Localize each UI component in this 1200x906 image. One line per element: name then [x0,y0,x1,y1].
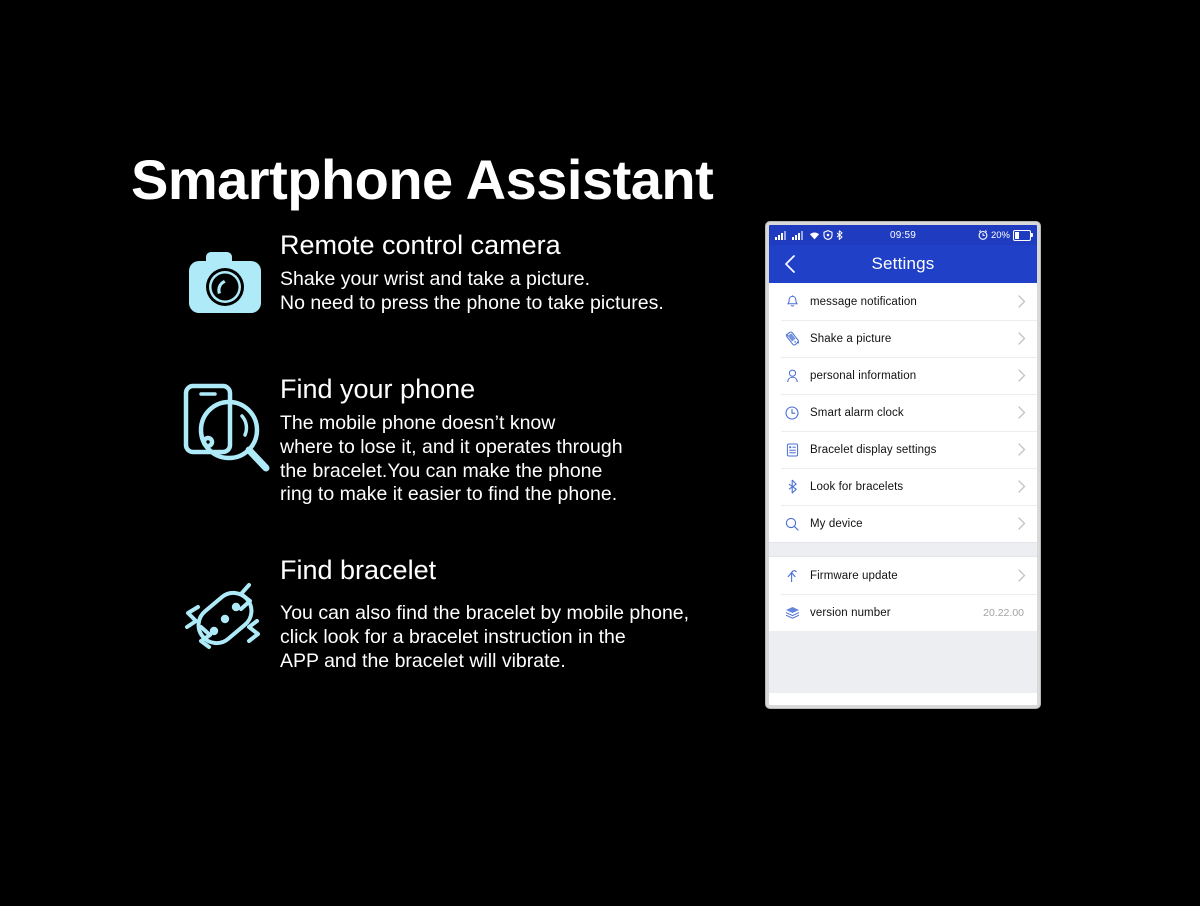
clock-icon [781,405,803,420]
feature-text: Find your phone The mobile phone doesn’t… [280,372,750,507]
settings-navigation-bar: Settings [769,245,1037,283]
phone-home-bar [769,693,1037,705]
settings-row-label: Firmware update [810,569,898,582]
settings-row-my-device[interactable]: My device [769,505,1037,542]
chevron-right-icon [1018,480,1026,493]
feature-description: You can also find the bracelet by mobile… [280,602,690,672]
settings-row-shake-a-picture[interactable]: Shake a picture [769,320,1037,357]
phone-screen: 09:59 20% Settings message notification … [769,225,1037,705]
wifi-icon [809,231,820,240]
settings-row-label: personal information [810,369,917,382]
settings-row-label: version number [810,606,891,619]
feature-item-find-bracelet: Find bracelet You can also find the brac… [170,555,750,673]
feature-item-find-your-phone: Find your phone The mobile phone doesn’t… [170,372,750,507]
settings-row-label: message notification [810,295,917,308]
status-bar: 09:59 20% [769,225,1037,245]
settings-row-version-number: version number 20.22.00 [769,594,1037,631]
bluetooth-icon [781,479,803,494]
camera-icon [170,228,280,320]
chevron-right-icon [1018,369,1026,382]
settings-row-label: Shake a picture [810,332,892,345]
feature-item-remote-control-camera: Remote control camera Shake your wrist a… [170,228,750,320]
page-title: Smartphone Assistant [131,147,714,211]
battery-icon [1013,229,1033,241]
find-phone-magnifier-icon [170,372,280,476]
status-bar-time: 09:59 [889,229,917,241]
settings-group-secondary: Firmware update version number 20.22.00 [769,557,1037,631]
settings-empty-area [769,631,1037,693]
bluetooth-status-icon [836,230,843,240]
layers-icon [781,606,803,619]
chevron-left-icon[interactable] [781,255,799,273]
chevron-right-icon [1018,406,1026,419]
battery-percent-label: 20% [990,229,1010,241]
settings-group-separator [769,542,1037,557]
person-icon [781,369,803,383]
feature-text: Find bracelet You can also find the brac… [280,555,750,673]
settings-row-label: Bracelet display settings [810,443,937,456]
firmware-update-icon [781,568,803,583]
signal-bars-icon [775,230,789,240]
vibrating-bracelet-icon [170,555,280,661]
settings-group-primary: message notification Shake a picture per… [769,283,1037,542]
settings-title: Settings [871,254,935,273]
alarm-clock-icon [978,230,988,240]
feature-description: The mobile phone doesn’t know where to l… [280,412,623,506]
settings-row-firmware-update[interactable]: Firmware update [769,557,1037,594]
bell-icon [781,294,803,309]
shake-phone-icon [781,331,803,346]
search-icon [781,517,803,531]
feature-title: Find bracelet [280,555,437,586]
status-bar-left [775,230,890,240]
settings-row-personal-information[interactable]: personal information [769,357,1037,394]
signal-bars-icon-2 [792,230,806,240]
phone-mockup: 09:59 20% Settings message notification … [766,222,1040,708]
display-list-icon [781,443,803,457]
chevron-right-icon [1018,443,1026,456]
chevron-right-icon [1018,517,1026,530]
chevron-right-icon [1018,295,1026,308]
feature-list: Remote control camera Shake your wrist a… [170,228,750,674]
feature-description: Shake your wrist and take a picture. No … [280,268,664,314]
settings-row-label: Look for bracelets [810,480,904,493]
feature-title: Find your phone [280,374,476,404]
settings-row-look-for-bracelets[interactable]: Look for bracelets [769,468,1037,505]
chevron-right-icon [1018,569,1026,582]
vpn-shield-icon [823,230,833,240]
settings-row-label: Smart alarm clock [810,406,904,419]
version-number-value: 20.22.00 [983,606,1024,619]
feature-title: Remote control camera [280,230,561,260]
settings-row-bracelet-display-settings[interactable]: Bracelet display settings [769,431,1037,468]
settings-row-smart-alarm-clock[interactable]: Smart alarm clock [769,394,1037,431]
settings-row-message-notification[interactable]: message notification [769,283,1037,320]
chevron-right-icon [1018,332,1026,345]
feature-text: Remote control camera Shake your wrist a… [280,228,750,316]
settings-row-label: My device [810,517,863,530]
status-bar-right: 20% [916,229,1033,241]
